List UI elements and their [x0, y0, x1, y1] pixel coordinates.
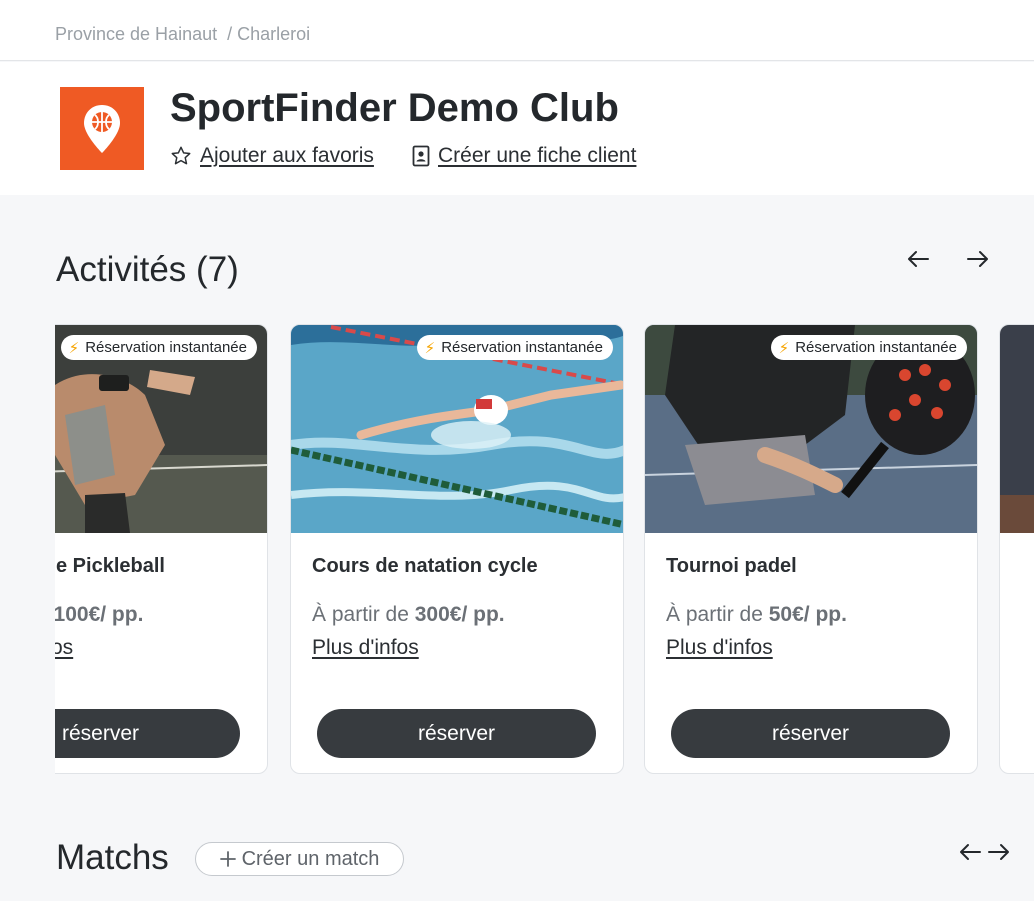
- activity-name: Tournoi padel: [666, 555, 797, 577]
- activity-name: Cours de natation cycle: [312, 555, 538, 577]
- matchs-next-button[interactable]: [985, 838, 1013, 866]
- activities-prev-button[interactable]: [904, 245, 932, 273]
- instant-booking-badge: ⚡ Réservation instantanée: [416, 335, 613, 360]
- create-match-button[interactable]: Créer un match: [195, 842, 404, 876]
- activity-card-natation[interactable]: ⚡ Réservation instantanée Cours de natat…: [290, 324, 624, 774]
- arrow-right-icon: [967, 251, 988, 267]
- activity-price: e 100€/ pp.: [55, 603, 143, 627]
- lightning-icon: ⚡: [778, 339, 790, 357]
- activity-price: À partir de 300€/ pp.: [312, 603, 505, 627]
- activity-card-padel[interactable]: ⚡ Réservation instantanée Tournoi padel …: [644, 324, 978, 774]
- activity-price-prefix: À partir de: [312, 603, 409, 626]
- activity-price: À partir de 50€/ pp.: [666, 603, 847, 627]
- arrow-right-icon: [988, 844, 1009, 860]
- matchs-title: Matchs: [56, 838, 169, 877]
- instant-booking-label: Réservation instantanée: [795, 339, 957, 356]
- activity-name: e Pickleball: [56, 555, 165, 577]
- activities-carousel[interactable]: ⚡ Réservation instantanée e Pickleball e…: [55, 324, 1034, 776]
- contact-card-icon: [412, 145, 430, 167]
- lightning-icon: ⚡: [68, 339, 80, 357]
- activity-card-next[interactable]: [999, 324, 1034, 774]
- top-bar: Province de Hainaut / Charleroi: [0, 0, 1034, 61]
- activity-more-info-link[interactable]: os: [55, 636, 73, 660]
- lightning-icon: ⚡: [424, 339, 436, 357]
- create-match-label: Créer un match: [241, 847, 380, 870]
- breadcrumb-province[interactable]: Province de Hainaut: [55, 24, 217, 44]
- instant-booking-badge: ⚡ Réservation instantanée: [60, 335, 257, 360]
- arrow-left-icon: [960, 844, 981, 860]
- add-to-favorites-label: Ajouter aux favoris: [200, 144, 374, 167]
- activity-image-next: [1000, 325, 1034, 533]
- book-button[interactable]: réserver: [317, 709, 596, 758]
- instant-booking-label: Réservation instantanée: [85, 339, 247, 356]
- activity-card-pickleball[interactable]: ⚡ Réservation instantanée e Pickleball e…: [55, 324, 268, 774]
- matchs-prev-button[interactable]: [956, 838, 984, 866]
- book-button[interactable]: réserver: [671, 709, 950, 758]
- breadcrumb-city[interactable]: / Charleroi: [227, 24, 310, 44]
- activity-price-value: 50€/ pp.: [768, 603, 847, 626]
- club-logo: [60, 87, 144, 170]
- book-button[interactable]: réserver: [55, 709, 240, 758]
- activity-price-value: 100€/ pp.: [55, 603, 144, 626]
- breadcrumb: Province de Hainaut / Charleroi: [55, 24, 310, 45]
- instant-booking-badge: ⚡ Réservation instantanée: [770, 335, 967, 360]
- club-title: SportFinder Demo Club: [170, 86, 619, 130]
- arrow-left-icon: [908, 251, 929, 267]
- activities-next-button[interactable]: [964, 245, 992, 273]
- club-header: SportFinder Demo Club Ajouter aux favori…: [0, 62, 1034, 195]
- activity-price-value: 300€/ pp.: [414, 603, 505, 626]
- activity-more-info-link[interactable]: Plus d'infos: [666, 636, 773, 660]
- plus-icon: [219, 851, 236, 867]
- star-outline-icon: [171, 146, 191, 165]
- activities-title: Activités (7): [56, 250, 239, 289]
- create-client-record-link[interactable]: Créer une fiche client: [412, 144, 636, 168]
- map-pin-basketball-icon: [84, 104, 120, 153]
- activity-price-prefix: À partir de: [666, 603, 763, 626]
- create-client-record-label: Créer une fiche client: [438, 144, 637, 167]
- activity-more-info-link[interactable]: Plus d'infos: [312, 636, 419, 660]
- instant-booking-label: Réservation instantanée: [441, 339, 603, 356]
- add-to-favorites-link[interactable]: Ajouter aux favoris: [170, 144, 374, 168]
